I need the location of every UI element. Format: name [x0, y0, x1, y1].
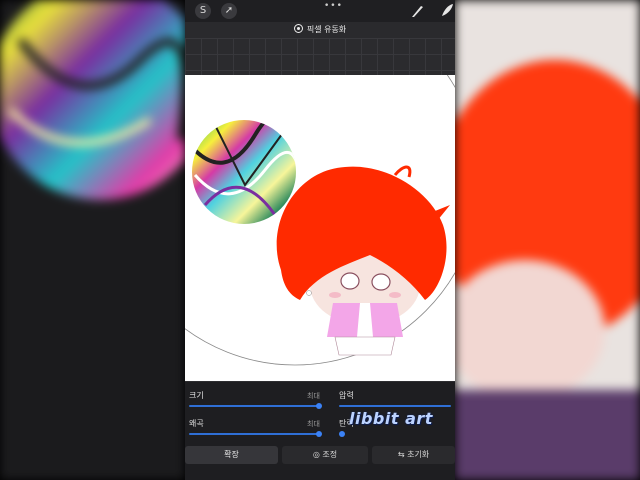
background-left-blur [0, 0, 185, 480]
adjust-label: 조정 [322, 450, 338, 459]
background-character-image [455, 0, 640, 480]
psychedelic-swatch [192, 120, 296, 224]
pressure-label: 압력 [339, 391, 354, 400]
canvas-grid-background [185, 38, 455, 75]
size-slider[interactable] [189, 405, 319, 407]
smudge-icon[interactable] [439, 2, 455, 18]
size-slider-handle[interactable] [316, 403, 322, 409]
brush-icon[interactable] [410, 4, 424, 18]
reset-icon: ⇆ [397, 450, 405, 459]
momentum-slider-handle[interactable] [339, 431, 345, 437]
adjust-button[interactable]: ◎ 조정 [282, 446, 368, 464]
background-swatch-image [0, 0, 185, 200]
distortion-max-label: 최대 [307, 420, 320, 428]
reset-button[interactable]: ⇆ 초기화 [372, 446, 455, 464]
size-label: 크기 [189, 391, 204, 400]
top-toolbar: S ➚ ••• [185, 0, 455, 22]
size-max-label: 최대 [307, 392, 320, 400]
liquify-mode-bar: 픽셀 유동화 [185, 22, 455, 38]
distortion-label: 왜곡 [189, 419, 204, 428]
reset-label: 초기화 [407, 450, 430, 459]
pressure-slider[interactable] [339, 405, 451, 407]
expand-button[interactable]: 확장 [185, 446, 278, 464]
radio-icon [293, 24, 303, 33]
s-curve-icon[interactable]: S [195, 3, 211, 19]
arrow-icon[interactable]: ➚ [221, 3, 237, 19]
expand-label: 확장 [224, 450, 239, 459]
chibi-character [276, 165, 450, 356]
distortion-slider-handle[interactable] [316, 431, 322, 437]
liquify-actions: 확장 ◎ 조정 ⇆ 초기화 [185, 444, 455, 466]
distortion-slider[interactable] [189, 433, 319, 435]
drawing-canvas[interactable] [185, 75, 455, 381]
liquify-mode-label: 픽셀 유동화 [306, 25, 347, 34]
watermark-text: libbit art [349, 409, 433, 428]
procreate-screen: S ➚ ••• 픽셀 유동화 크기 최대 왜곡 최대 압력 탄력 확장 ◎ 조정… [185, 0, 455, 480]
adjust-icon: ◎ [312, 450, 320, 459]
liquify-mode-selector[interactable]: 픽셀 유동화 [185, 24, 455, 35]
background-right-blur [455, 0, 640, 480]
more-icon[interactable]: ••• [324, 1, 343, 11]
canvas-artwork [185, 75, 455, 366]
